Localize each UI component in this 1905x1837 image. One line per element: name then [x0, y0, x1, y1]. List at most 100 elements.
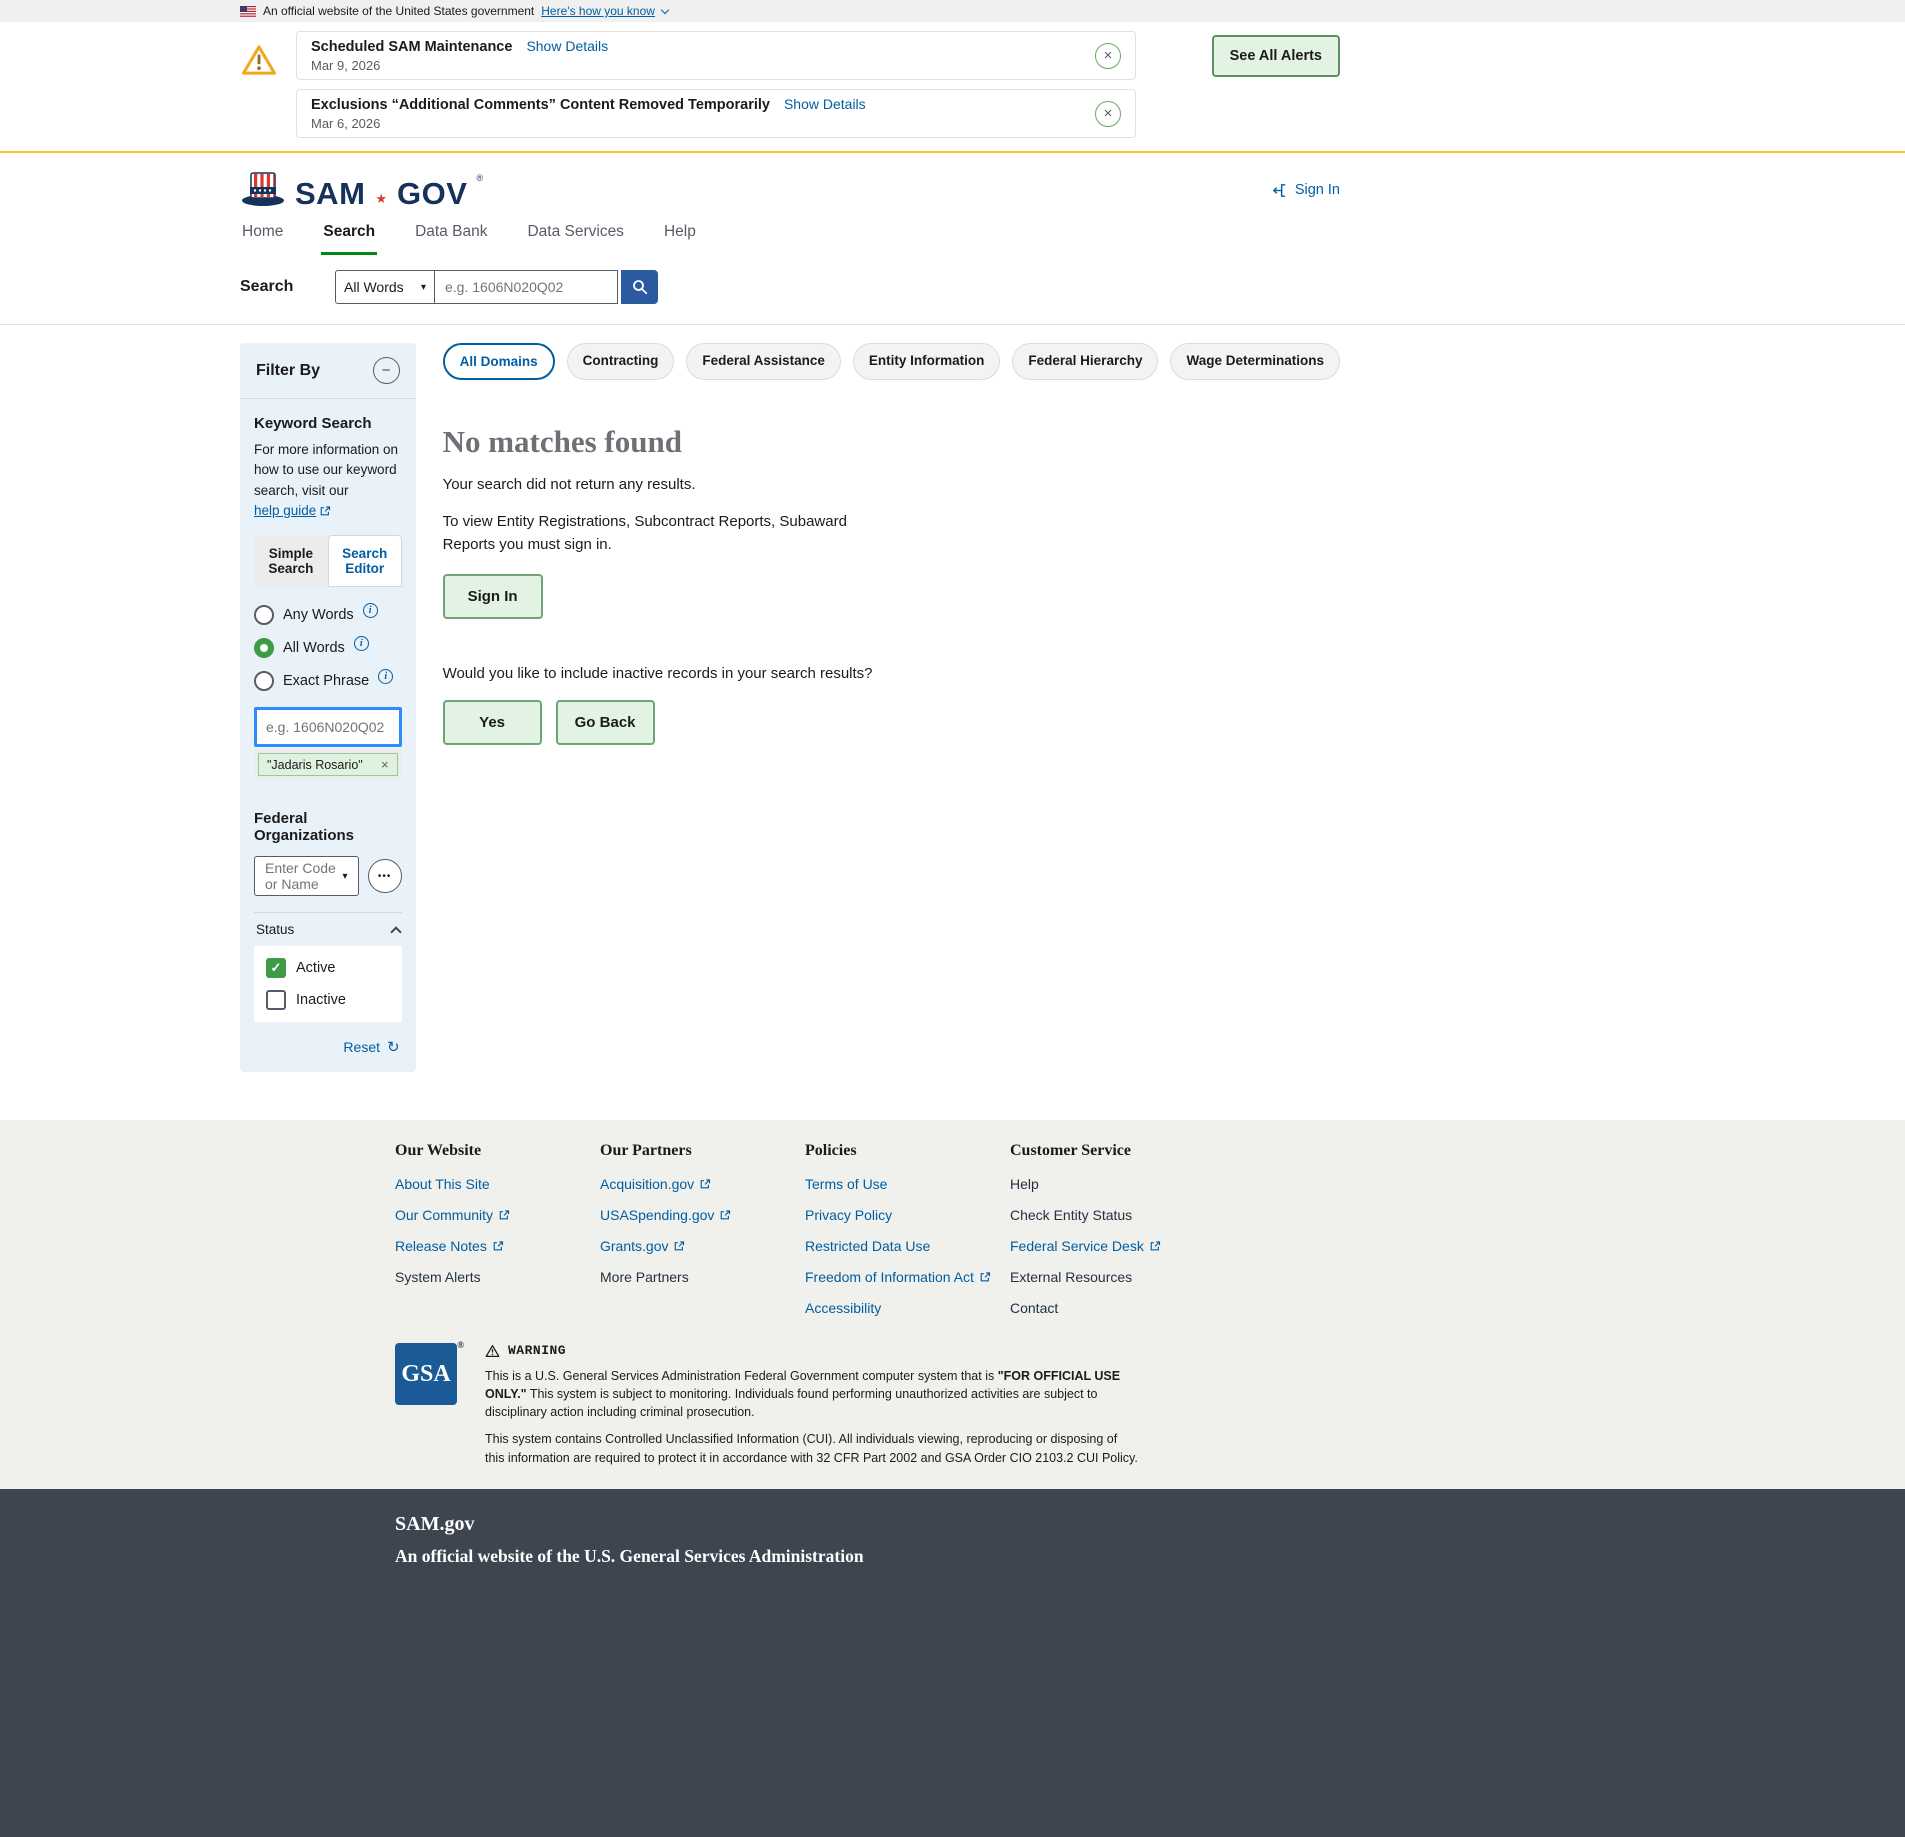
- logo-star-icon: ★: [374, 191, 388, 209]
- footer-link-grants-gov[interactable]: Grants.gov: [600, 1238, 685, 1254]
- reset-icon: ↻: [387, 1038, 400, 1056]
- show-details-link[interactable]: Show Details: [784, 96, 866, 112]
- nav-home[interactable]: Home: [240, 217, 285, 255]
- pill-entity-information[interactable]: Entity Information: [853, 343, 1001, 380]
- tab-search-editor[interactable]: Search Editor: [328, 535, 402, 587]
- tab-simple-search[interactable]: Simple Search: [254, 535, 328, 587]
- footer-column-policies: Policies Terms of Use Privacy Policy Res…: [805, 1142, 1010, 1317]
- keyword-chip-label: "Jadaris Rosario": [267, 758, 363, 772]
- page-main: Filter By − Keyword Search For more info…: [240, 325, 1340, 1120]
- nav-search[interactable]: Search: [321, 217, 377, 255]
- footer-link-acquisition-gov[interactable]: Acquisition.gov: [600, 1176, 711, 1192]
- how-you-know-link[interactable]: Here's how you know: [541, 4, 655, 18]
- external-link-icon: [498, 1209, 510, 1221]
- sign-in-icon: [1271, 182, 1288, 199]
- sam-gov-logo[interactable]: SAM★GOV®: [240, 171, 483, 209]
- radio-circle[interactable]: [254, 671, 274, 691]
- nav-help[interactable]: Help: [662, 217, 698, 255]
- federal-organizations-heading: Federal Organizations: [254, 810, 402, 844]
- info-icon[interactable]: i: [363, 603, 378, 618]
- org-browse-ellipsis-button[interactable]: •••: [368, 859, 402, 893]
- warning-paragraph-2: This system contains Controlled Unclassi…: [485, 1430, 1140, 1466]
- help-guide-link[interactable]: help guide: [254, 501, 331, 521]
- keyword-search-input[interactable]: [254, 707, 402, 747]
- close-icon[interactable]: ×: [1095, 101, 1121, 127]
- collapse-filters-icon[interactable]: −: [373, 357, 400, 384]
- pill-all-domains[interactable]: All Domains: [443, 343, 555, 380]
- external-link-icon: [699, 1178, 711, 1190]
- yes-button[interactable]: Yes: [443, 700, 542, 745]
- footer-link-privacy-policy[interactable]: Privacy Policy: [805, 1207, 892, 1223]
- nav-data-services[interactable]: Data Services: [525, 217, 625, 255]
- footer-link-restricted-data-use[interactable]: Restricted Data Use: [805, 1238, 930, 1254]
- radio-any-words[interactable]: Any Words i: [254, 605, 402, 625]
- gov-banner: An official website of the United States…: [0, 0, 1905, 22]
- pill-contracting[interactable]: Contracting: [567, 343, 675, 380]
- reset-filters[interactable]: Reset ↻: [254, 1022, 402, 1066]
- pill-federal-hierarchy[interactable]: Federal Hierarchy: [1012, 343, 1158, 380]
- footer-link-help[interactable]: Help: [1010, 1176, 1039, 1192]
- site-header: SAM★GOV® Sign In Home Search Data Bank D…: [0, 153, 1905, 255]
- see-all-alerts-button[interactable]: See All Alerts: [1212, 35, 1340, 77]
- radio-circle[interactable]: [254, 605, 274, 625]
- footer-link-external-resources[interactable]: External Resources: [1010, 1269, 1132, 1285]
- footer-link-federal-service-desk[interactable]: Federal Service Desk: [1010, 1238, 1161, 1254]
- footer-link-about-this-site[interactable]: About This Site: [395, 1176, 490, 1192]
- info-icon[interactable]: i: [378, 669, 393, 684]
- external-link-icon: [673, 1240, 685, 1252]
- nav-data-bank[interactable]: Data Bank: [413, 217, 489, 255]
- radio-circle-selected[interactable]: [254, 638, 274, 658]
- checkbox-unchecked[interactable]: [266, 990, 286, 1010]
- footer-link-our-community[interactable]: Our Community: [395, 1207, 510, 1223]
- footer-link-contact[interactable]: Contact: [1010, 1300, 1058, 1316]
- footer-column-our-website: Our Website About This Site Our Communit…: [395, 1142, 600, 1317]
- gsa-logo[interactable]: GSA ®: [395, 1343, 457, 1405]
- radio-exact-phrase[interactable]: Exact Phrase i: [254, 671, 402, 691]
- inactive-records-question: Would you like to include inactive recor…: [443, 665, 1340, 682]
- logo-gov-text: GOV: [397, 178, 467, 209]
- footer-link-accessibility[interactable]: Accessibility: [805, 1300, 881, 1316]
- footer-link-usaspending-gov[interactable]: USASpending.gov: [600, 1207, 731, 1223]
- status-section-toggle[interactable]: Status: [254, 912, 402, 946]
- footer-heading: Our Website: [395, 1142, 600, 1160]
- status-options: ✓ Active Inactive: [254, 946, 402, 1022]
- footer-link-foia[interactable]: Freedom of Information Act: [805, 1269, 991, 1285]
- external-link-icon: [979, 1271, 991, 1283]
- close-icon[interactable]: ×: [1095, 43, 1121, 69]
- search-button[interactable]: [621, 270, 658, 304]
- footer-link-release-notes[interactable]: Release Notes: [395, 1238, 504, 1254]
- info-icon[interactable]: i: [354, 636, 369, 651]
- alert-list: Scheduled SAM Maintenance Show Details M…: [296, 31, 1136, 138]
- status-active-option[interactable]: ✓ Active: [266, 958, 390, 978]
- search-input[interactable]: [435, 270, 618, 304]
- warning-paragraph-1: This is a U.S. General Services Administ…: [485, 1367, 1140, 1421]
- sign-in-link[interactable]: Sign In: [1271, 182, 1340, 199]
- warning-block: WARNING This is a U.S. General Services …: [485, 1343, 1140, 1467]
- main-nav: Home Search Data Bank Data Services Help: [240, 217, 1340, 255]
- footer-link-terms-of-use[interactable]: Terms of Use: [805, 1176, 887, 1192]
- sign-in-button[interactable]: Sign In: [443, 574, 543, 619]
- pill-federal-assistance[interactable]: Federal Assistance: [686, 343, 841, 380]
- radio-all-words[interactable]: All Words i: [254, 638, 402, 658]
- checkbox-checked[interactable]: ✓: [266, 958, 286, 978]
- keyword-search-heading: Keyword Search: [254, 415, 402, 432]
- footer-site-subtitle: An official website of the U.S. General …: [395, 1546, 1525, 1567]
- footer-link-check-entity-status[interactable]: Check Entity Status: [1010, 1207, 1132, 1223]
- reset-label: Reset: [343, 1039, 380, 1055]
- search-type-value: All Words: [344, 279, 404, 295]
- results-area: All Domains Contracting Federal Assistan…: [443, 343, 1340, 745]
- go-back-button[interactable]: Go Back: [556, 700, 655, 745]
- chevron-up-icon: [390, 926, 401, 937]
- footer-link-more-partners[interactable]: More Partners: [600, 1269, 689, 1285]
- status-inactive-option[interactable]: Inactive: [266, 990, 390, 1010]
- show-details-link[interactable]: Show Details: [526, 38, 608, 54]
- search-type-select[interactable]: All Words ▾: [335, 270, 435, 304]
- federal-org-combobox[interactable]: Enter Code or Name ▾: [254, 856, 359, 896]
- filter-panel: Filter By − Keyword Search For more info…: [240, 343, 416, 1072]
- footer-site-title: SAM.gov: [395, 1513, 1525, 1536]
- footer-link-system-alerts[interactable]: System Alerts: [395, 1269, 481, 1285]
- external-link-icon: [719, 1209, 731, 1221]
- remove-chip-icon[interactable]: ×: [381, 757, 389, 772]
- keyword-chip-area: "Jadaris Rosario" ×: [254, 749, 402, 780]
- pill-wage-determinations[interactable]: Wage Determinations: [1170, 343, 1340, 380]
